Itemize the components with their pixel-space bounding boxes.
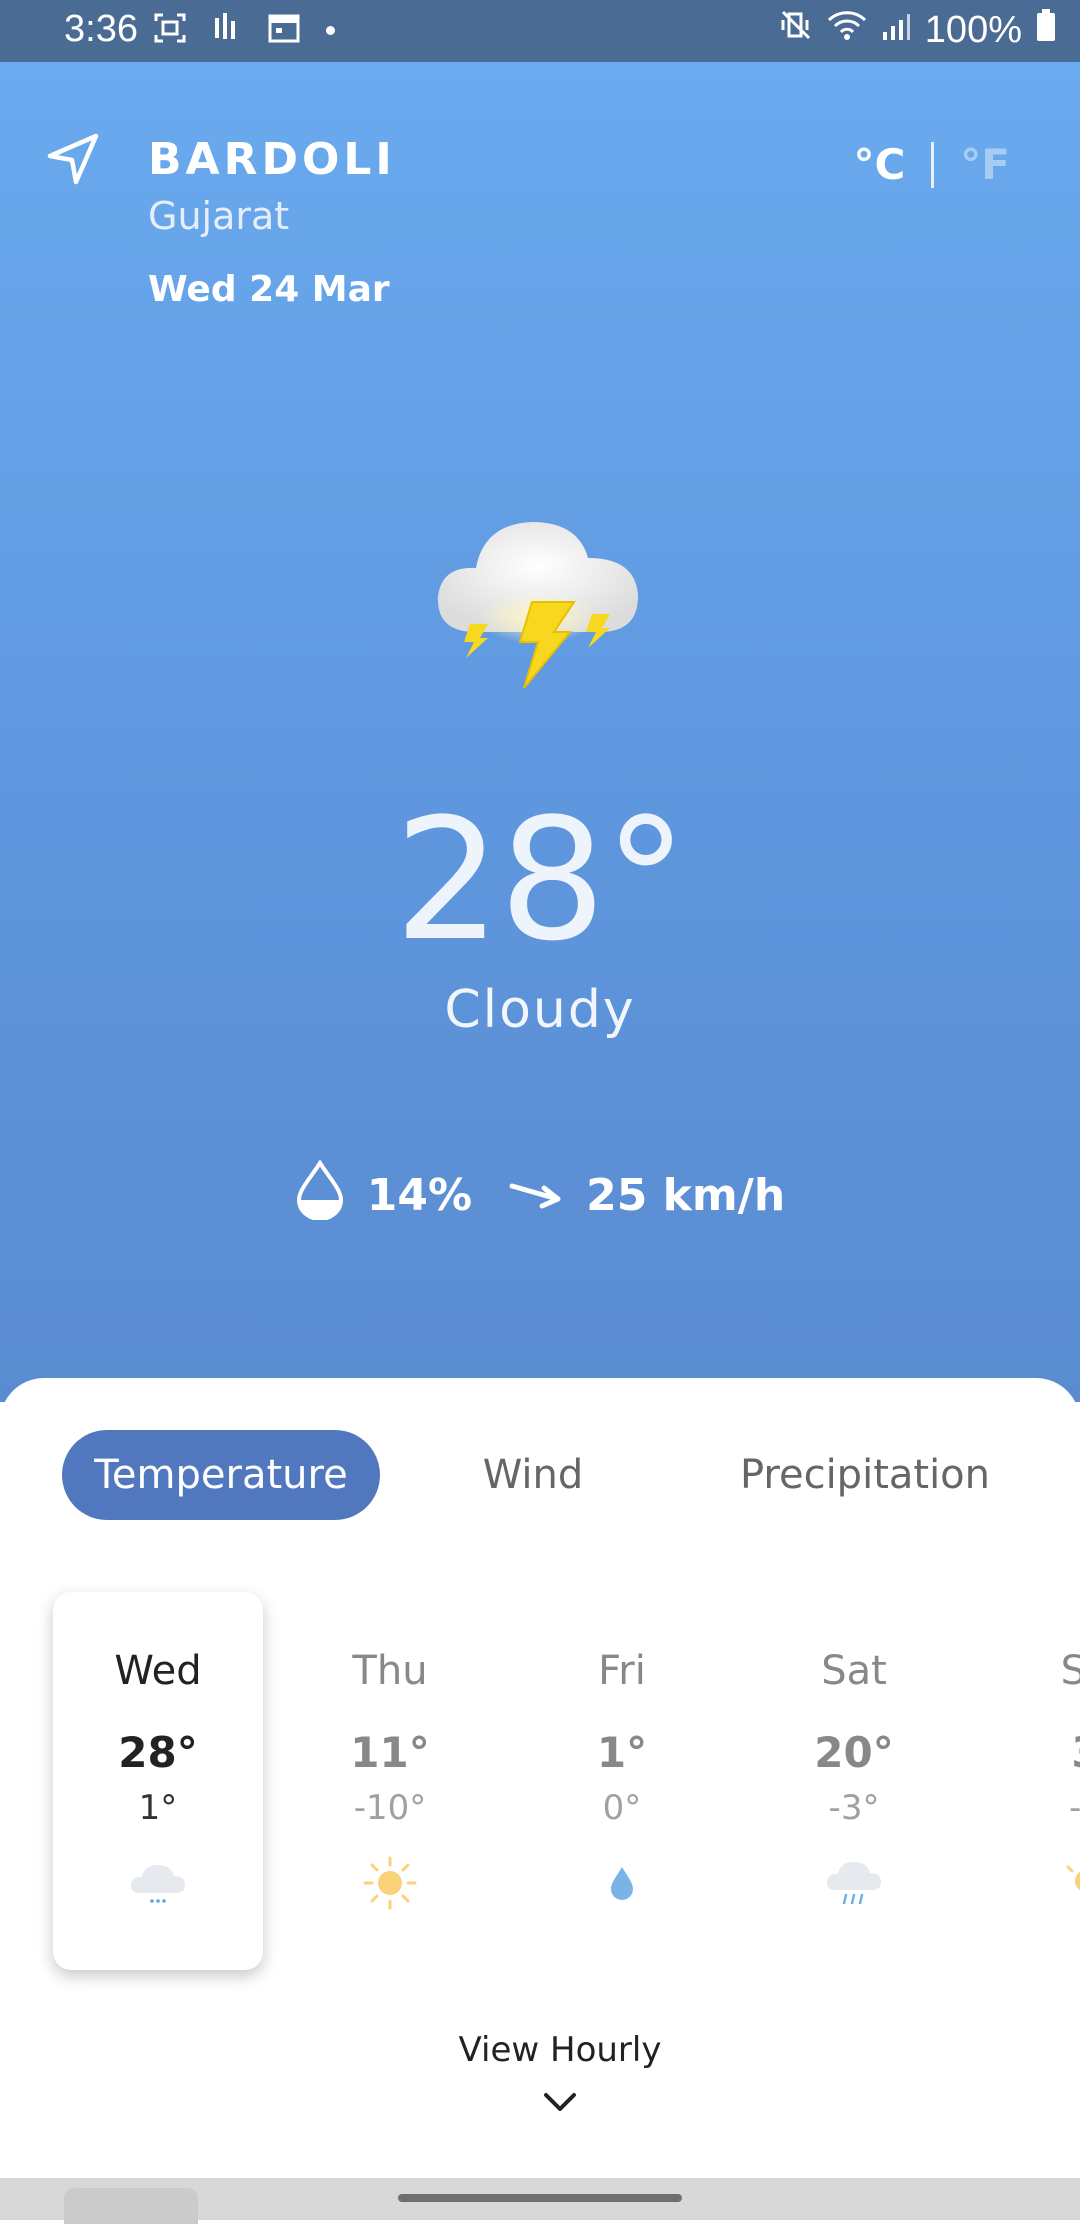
fahrenheit-toggle[interactable]: °F — [960, 140, 1010, 189]
audio-bars-icon — [212, 13, 242, 48]
water-drop-icon — [295, 1159, 345, 1231]
forecast-tabs: Temperature Wind Precipitation — [62, 1430, 1022, 1520]
battery-icon — [1036, 8, 1056, 52]
wind-value: 25 km/h — [586, 1170, 786, 1221]
day-low-temp: -1 — [981, 1788, 1080, 1828]
forecast-day-wed[interactable]: Wed 28° 1° — [53, 1592, 263, 1970]
current-condition: Cloudy — [444, 980, 636, 1040]
day-low-temp: -3° — [828, 1788, 880, 1828]
home-gesture-handle[interactable] — [398, 2194, 682, 2202]
cloud-rain-icon — [749, 1848, 959, 1918]
day-low-temp: -10° — [353, 1788, 427, 1828]
day-name: Fri — [598, 1648, 646, 1694]
day-high-temp: 11° — [350, 1728, 430, 1777]
battery-percent: 100% — [924, 8, 1022, 51]
more-notifications-dot — [326, 26, 335, 35]
view-hourly-link[interactable]: View Hourly — [0, 2030, 1080, 2070]
celsius-toggle[interactable]: °C — [853, 140, 905, 189]
forecast-day-sun[interactable]: Su 3 -1 — [981, 1592, 1080, 1970]
signal-icon — [881, 9, 911, 52]
current-date: Wed 24 Mar — [148, 269, 390, 310]
recent-app-tab — [64, 2188, 198, 2224]
wind-stat: 25 km/h — [508, 1170, 785, 1221]
current-stats: 14% 25 km/h — [0, 1159, 1080, 1231]
day-name: Wed — [114, 1648, 202, 1694]
current-temperature: 28° — [394, 782, 688, 978]
sun-icon — [285, 1848, 495, 1918]
tab-temperature[interactable]: Temperature — [62, 1430, 380, 1520]
day-high-temp: 1° — [596, 1728, 648, 1777]
forecast-day-sat[interactable]: Sat 20° -3° — [749, 1592, 959, 1970]
sun-rain-icon — [981, 1848, 1080, 1918]
day-name: Thu — [352, 1648, 428, 1694]
raindrop-icon — [517, 1848, 727, 1918]
wifi-icon — [827, 8, 867, 52]
forecast-sheet: Temperature Wind Precipitation Wed 28° 1… — [0, 1378, 1080, 2178]
day-high-temp: 3 — [981, 1728, 1080, 1777]
screenshot-icon — [154, 13, 186, 48]
day-high-temp: 20° — [814, 1728, 894, 1777]
forecast-day-thu[interactable]: Thu 11° -10° — [285, 1592, 495, 1970]
unit-toggle[interactable]: °C °F — [853, 140, 1010, 189]
tab-wind[interactable]: Wind — [458, 1430, 608, 1520]
precipitation-value: 14% — [366, 1170, 473, 1221]
thunderstorm-cloud-icon — [432, 492, 652, 706]
forecast-day-fri[interactable]: Fri 1° 0° — [517, 1592, 727, 1970]
calendar-icon — [268, 13, 300, 48]
tab-precipitation[interactable]: Precipitation — [710, 1430, 1020, 1520]
status-bar: 3:36 100% — [0, 0, 1080, 62]
chevron-down-icon[interactable] — [542, 2090, 578, 2118]
city-name[interactable]: BARDOLI — [148, 134, 396, 185]
day-low-temp: 0° — [602, 1788, 642, 1828]
cloud-drizzle-icon — [53, 1848, 263, 1918]
wind-arrow-icon — [508, 1170, 564, 1221]
system-nav-bar — [0, 2178, 1080, 2224]
day-high-temp: 28° — [118, 1728, 198, 1777]
vibrate-mute-icon — [779, 8, 813, 52]
day-name: Su — [1060, 1648, 1080, 1694]
location-arrow-icon[interactable] — [46, 132, 100, 190]
day-low-temp: 1° — [138, 1788, 178, 1828]
day-name: Sat — [821, 1648, 887, 1694]
unit-divider — [931, 141, 935, 188]
status-notification-icons — [154, 13, 335, 48]
current-weather-panel: BARDOLI Gujarat Wed 24 Mar °C °F 28° Clo… — [0, 62, 1080, 1402]
daily-forecast-list: Wed 28° 1° Thu 11° -10° Fri 1° 0° Sat 20… — [0, 1592, 1080, 1972]
region-name: Gujarat — [148, 194, 290, 238]
status-time: 3:36 — [64, 8, 138, 50]
precipitation-stat: 14% — [295, 1159, 473, 1231]
status-system-icons: 100% — [779, 8, 1056, 52]
